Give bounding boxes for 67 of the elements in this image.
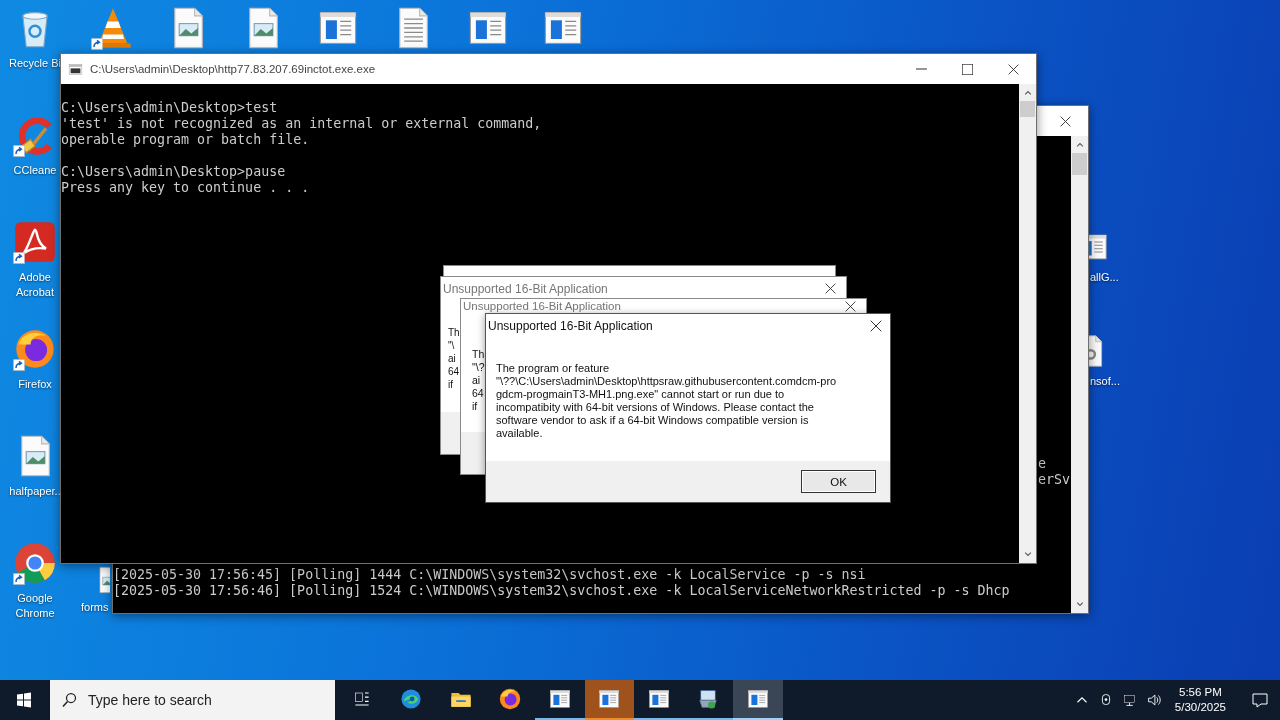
icon-label: Adobe Acrobat	[15, 270, 55, 300]
scrollbar[interactable]	[1019, 84, 1036, 563]
scrollbar-thumb[interactable]	[1020, 101, 1035, 117]
close-icon[interactable]	[825, 283, 836, 294]
console-line: operable program or batch file.	[61, 132, 311, 148]
browser-icon[interactable]	[13, 327, 57, 371]
scrollbar-thumb[interactable]	[1072, 153, 1087, 175]
start-icon	[14, 690, 34, 710]
icon-label: nsof...	[1090, 374, 1120, 389]
close-icon	[1059, 115, 1071, 127]
dialog-text: 64	[448, 365, 460, 378]
shortcut-arrow-icon	[13, 145, 25, 157]
ok-button[interactable]: OK	[801, 470, 876, 493]
console-line: C:\Users\admin\Desktop>pause	[61, 164, 287, 180]
notification-icon	[1250, 690, 1270, 710]
close-icon[interactable]	[845, 301, 856, 312]
close-icon	[870, 319, 882, 332]
scrollbar[interactable]	[1071, 136, 1088, 613]
icon-label: Recycle Bi	[8, 56, 62, 71]
console-line: C:\Users\admin\Desktop>test	[61, 100, 279, 116]
close-icon	[1007, 63, 1019, 75]
dialog-text: "\?	[472, 361, 485, 374]
dialog-text: "\	[448, 339, 455, 352]
console-line: Press any key to continue . . .	[61, 180, 311, 196]
shortcut-arrow-icon	[13, 359, 25, 371]
icon-label: halfpaper..	[9, 484, 61, 499]
icon-label: forms	[81, 600, 109, 615]
browser-icon[interactable]	[13, 541, 57, 585]
window-file-icon	[745, 687, 770, 711]
console-line: [2025-05-30 17:56:45] [Polling] 1444 C:\WINDOWS\system32\svchost.exe -k LocalService -p -s nsi	[113, 567, 867, 583]
minimize-icon	[915, 68, 927, 70]
console-line: erSv	[1038, 472, 1071, 488]
icon-label: allG...	[1090, 270, 1119, 285]
console-line: e	[1038, 456, 1047, 472]
icon-label: Firefox	[18, 377, 52, 392]
taskbar-button[interactable]	[733, 680, 783, 720]
console-line: [2025-05-30 17:56:46] [Polling] 1524 C:\WINDOWS\system32\svchost.exe -k LocalServiceNetworkRestricted -p -s Dhcp	[113, 583, 1011, 599]
settings-file-icon[interactable]	[1089, 334, 1105, 368]
shortcut-arrow-icon	[90, 38, 103, 50]
pdf-app-icon[interactable]	[13, 220, 57, 264]
browser-icon	[498, 687, 523, 711]
window-file-icon	[597, 687, 622, 711]
search-field[interactable]: Type here to search	[50, 680, 335, 720]
window-title: C:\Users\admin\Desktop\http77.83.207.69inctot.exe.exe	[90, 63, 376, 75]
dialog-text: if	[472, 400, 478, 413]
window-file-icon	[547, 687, 572, 711]
dialog-message: The program or feature "\??\C:\Users\admin\Desktop\httpsraw.githubusercontent.comdcm-pro gdcm-progmainT3-MH1.png.exe" cannot start or run due to incompatibity with 64-bit versions of Windows. Please contact the software vendor to ask if a 64-bit Windows compatible version is available.	[496, 362, 838, 440]
shortcut-arrow-icon	[13, 252, 25, 264]
dialog-text: 64	[472, 387, 484, 400]
dialog-text: if	[448, 378, 453, 391]
dialog-text: ai	[448, 352, 456, 365]
close-button[interactable]	[870, 319, 882, 332]
console-line: 'test' is not recognized as an internal or external command,	[61, 116, 543, 132]
dialog-title: Unsupported 16-Bit Application	[443, 281, 608, 296]
clock-date[interactable]: 5/30/2025	[1174, 700, 1226, 715]
icon-label: Google Chrome	[14, 591, 56, 621]
dialog-title: Unsupported 16-Bit Application	[463, 300, 621, 312]
dialog-text: Th	[472, 348, 485, 361]
console-icon	[68, 61, 83, 77]
dialog-title: Unsupported 16-Bit Application	[488, 318, 653, 333]
clock-time[interactable]: 5:56 PM	[1179, 685, 1222, 700]
dialog-text: Th	[448, 326, 460, 339]
window-file-icon	[646, 687, 671, 711]
dialog-text: ai	[472, 374, 481, 387]
icon-label: CCleane	[13, 163, 57, 178]
maximize-icon	[961, 63, 973, 75]
shortcut-arrow-icon	[13, 573, 25, 585]
